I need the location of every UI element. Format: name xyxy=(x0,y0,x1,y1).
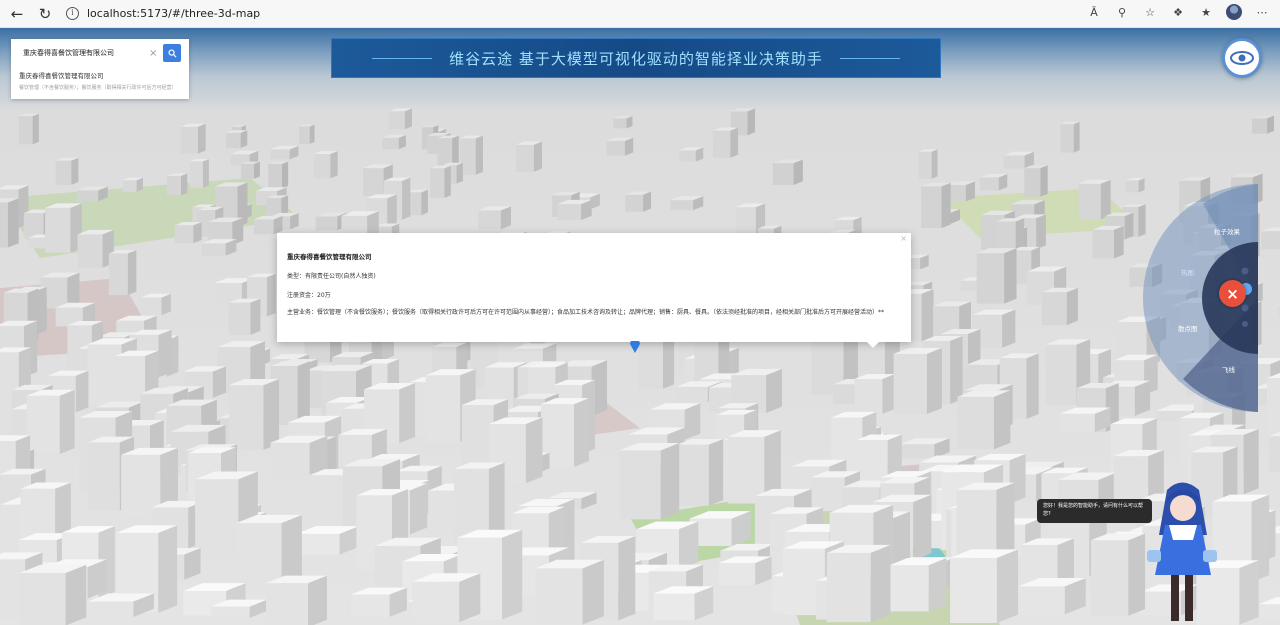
search-icon xyxy=(167,48,177,58)
popup-close-icon[interactable]: × xyxy=(900,234,907,243)
menu-item-particles[interactable]: 粒子效果 xyxy=(1214,226,1240,236)
popup-capital: 注册资金：20万 xyxy=(287,292,331,299)
three-3d-map[interactable]: × 重庆春得喜餐饮管理有限公司 餐饮管理（不含餐饮服务）；餐饮服务（取得相关行政… xyxy=(0,28,1280,625)
assistant-greeting: 您好！我是您的智能助手，请问有什么可以帮您? xyxy=(1043,503,1144,517)
page-title: 维谷云途 基于大模型可视化驱动的智能择业决策助手 xyxy=(449,49,823,68)
banner-decoration-right xyxy=(840,58,900,59)
map-marker-icon[interactable] xyxy=(630,341,640,353)
favorite-star-icon[interactable]: ☆ xyxy=(1142,6,1158,19)
search-button[interactable] xyxy=(163,44,181,62)
popup-business-scope: 主营业务：餐饮管理（不含餐饮服务）；餐饮服务（取得相关行政许可后方可在许可范围内… xyxy=(287,309,885,316)
read-aloud-icon[interactable]: Ā xyxy=(1086,6,1102,19)
search-input[interactable] xyxy=(17,44,161,62)
site-info-icon[interactable]: i xyxy=(66,7,79,20)
popup-company-name: 重庆春得喜餐饮管理有限公司 xyxy=(287,253,372,261)
title-banner: 维谷云途 基于大模型可视化驱动的智能择业决策助手 xyxy=(331,38,941,78)
menu-item-flyline[interactable]: 飞线 xyxy=(1222,364,1235,374)
extensions-icon[interactable]: ❖ xyxy=(1170,6,1186,19)
result-subtitle: 餐饮管理（不含餐饮服务）；餐饮服务（取得相关行政许可后方可经营） xyxy=(19,85,177,91)
reload-icon[interactable]: ↻ xyxy=(34,3,56,25)
banner-decoration-left xyxy=(372,58,432,59)
search-panel: × 重庆春得喜餐饮管理有限公司 餐饮管理（不含餐饮服务）；餐饮服务（取得相关行政… xyxy=(11,39,189,99)
back-icon[interactable]: ← xyxy=(6,3,28,25)
company-info-popup: × 重庆春得喜餐饮管理有限公司 类型：有限责任公司(自然人独资) 注册资金：20… xyxy=(277,233,911,348)
result-title: 重庆春得喜餐饮管理有限公司 xyxy=(19,72,104,80)
menu-item-heatmap[interactable]: 热图 xyxy=(1181,267,1194,277)
more-menu-icon[interactable]: ⋯ xyxy=(1254,6,1270,19)
favorites-list-icon[interactable]: ★ xyxy=(1198,6,1214,19)
search-result-item[interactable]: 重庆春得喜餐饮管理有限公司 餐饮管理（不含餐饮服务）；餐饮服务（取得相关行政许可… xyxy=(17,70,183,91)
popup-type: 类型：有限责任公司(自然人独资) xyxy=(287,273,376,280)
radial-close-button[interactable]: × xyxy=(1219,280,1246,307)
profile-avatar[interactable] xyxy=(1226,4,1242,20)
popup-pointer xyxy=(867,342,879,348)
address-bar[interactable]: i localhost:5173/#/three-3d-map xyxy=(66,4,260,24)
assistant-speech-bubble: 您好！我是您的智能助手，请问有什么可以帮您? xyxy=(1037,499,1152,523)
close-icon: × xyxy=(1226,284,1239,303)
logo-button[interactable] xyxy=(1222,38,1262,78)
eye-logo-icon xyxy=(1230,51,1254,65)
menu-item-scatter[interactable]: 散点图 xyxy=(1178,323,1198,333)
clear-icon[interactable]: × xyxy=(149,48,159,59)
browser-tools: Ā ⚲ ☆ ❖ ★ ⋯ xyxy=(1086,4,1270,20)
zoom-icon[interactable]: ⚲ xyxy=(1114,6,1130,19)
url-text[interactable]: localhost:5173/#/three-3d-map xyxy=(87,7,260,20)
browser-toolbar: ← ↻ i localhost:5173/#/three-3d-map Ā ⚲… xyxy=(0,0,1280,28)
assistant-avatar[interactable] xyxy=(1137,480,1227,625)
